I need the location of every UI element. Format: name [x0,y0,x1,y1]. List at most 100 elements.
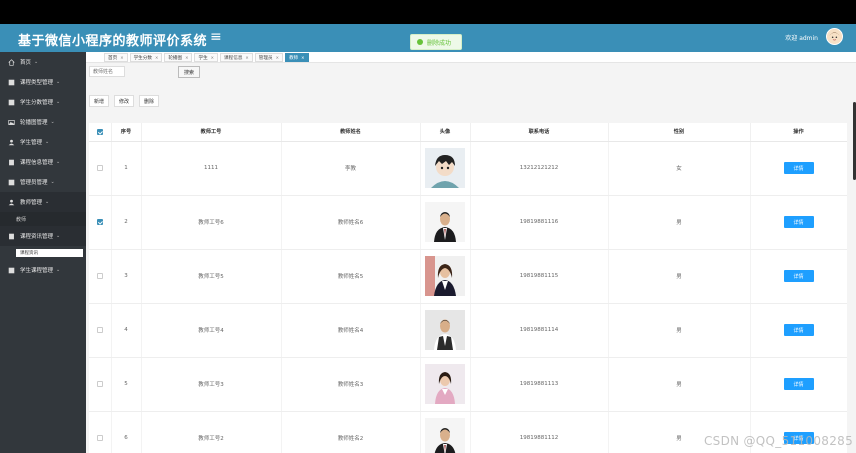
close-icon[interactable]: ✕ [211,55,214,60]
select-all-cell[interactable] [89,123,112,142]
tab-label: 学生分数 [133,55,152,61]
tab-student-score[interactable]: 学生分数 ✕ [129,53,163,62]
close-icon[interactable]: ✕ [155,55,158,60]
column-header: 联系电话 [470,123,609,142]
cell-photo [420,411,471,453]
man-in-suit-photo [425,202,465,242]
list-icon [8,267,15,274]
chevron-down-icon: ⌄ [56,159,61,165]
table-header-row: 序号 教师工号 教师姓名 头像 联系电话 性别 操作 [89,123,847,142]
sidebar-item-course-info[interactable]: 课程信息管理 ⌄ [0,152,86,172]
cell-no: 3 [111,249,142,304]
row-select-cell[interactable] [89,303,112,358]
cell-no: 5 [111,357,142,412]
image-icon [8,119,15,126]
cell-phone: 19819881115 [470,249,609,304]
row-select-cell[interactable] [89,141,112,196]
sidebar-subitem-course-news[interactable]: 课程资讯 [16,249,83,257]
tab-home[interactable]: 首页 ✕ [104,53,128,62]
menu-toggle-icon[interactable]: ≡ [210,29,222,45]
main-content: 搜索 新增 修改 删除 序号 教师工号 教师姓名 头像 联系电话 [86,63,856,453]
cell-teacher-name: 李教 [281,141,421,196]
tab-student[interactable]: 学生 ✕ [194,53,219,62]
man-in-suit-photo [425,418,465,453]
user-icon [8,139,15,146]
detail-button[interactable]: 详情 [783,270,814,282]
row-select-cell[interactable] [89,249,112,304]
row-checkbox[interactable] [96,326,103,333]
app-window: 基于微信小程序的教师评价系统 ≡ 欢迎 admin 删除成功 首页 ⌄ 课程类型管… [0,24,856,453]
detail-button[interactable]: 详情 [783,324,814,336]
cell-no: 2 [111,195,142,250]
edit-button[interactable]: 修改 [114,95,135,107]
home-icon [8,58,15,66]
row-select-cell[interactable] [89,411,112,453]
column-header: 操作 [750,123,847,142]
sidebar-item-teacher[interactable]: 教师管理 ⌄ [0,192,86,212]
sidebar-item-label: 轮播图管理 [20,120,48,126]
chevron-down-icon: ⌄ [50,119,55,125]
cell-gender: 男 [608,195,751,250]
sidebar-item-admin[interactable]: 管理员管理 ⌄ [0,172,86,192]
sidebar-item-label: 课程信息管理 [20,160,54,166]
close-icon[interactable]: ✕ [301,55,304,60]
search-button[interactable]: 搜索 [178,66,200,78]
row-checkbox[interactable] [96,434,103,441]
row-checkbox[interactable] [96,164,103,171]
table-row[interactable]: 1 1111 李教 13212121212 女详情 [89,141,847,196]
detail-button[interactable]: 详情 [783,162,814,174]
detail-button[interactable]: 详情 [783,378,814,390]
cell-teacher-id: 教师工号4 [141,303,282,358]
cell-action: 详情 [750,141,847,196]
toast-text: 删除成功 [427,39,452,47]
sidebar-item-carousel[interactable]: 轮播图管理 ⌄ [0,112,86,132]
user-avatar[interactable] [826,28,843,45]
sidebar-item-student-course[interactable]: 学生课程管理 ⌄ [0,260,86,280]
select-all-checkbox[interactable] [96,128,103,135]
tab-teacher[interactable]: 教师 ✕ [284,53,309,62]
cell-phone: 19819881114 [470,303,609,358]
tab-admin[interactable]: 管理员 ✕ [254,53,283,62]
sidebar-subitem-teacher[interactable]: 教师 [0,212,86,226]
close-icon[interactable]: ✕ [185,55,188,60]
sidebar-item-student-score[interactable]: 学生分数管理 ⌄ [0,92,86,112]
detail-button[interactable]: 详情 [783,216,814,228]
row-select-cell[interactable] [89,195,112,250]
tab-label: 管理员 [258,55,273,61]
tab-carousel[interactable]: 轮播图 ✕ [164,53,193,62]
row-checkbox[interactable] [96,218,103,225]
cell-action: 详情 [750,357,847,412]
sidebar-item-course-type[interactable]: 课程类型管理 ⌄ [0,72,86,92]
sidebar-item-label: 课程类型管理 [20,80,54,86]
delete-button[interactable]: 删除 [139,95,160,107]
table-row[interactable]: 2 教师工号6 教师姓名6 19819881116 男 详情 [89,195,847,250]
close-icon[interactable]: ✕ [120,55,123,60]
sidebar: 首页 ⌄ 课程类型管理 ⌄ 学生分数管理 ⌄ 轮播图管理 ⌄ 学生管理 ⌄ 课程信息管理 ⌄… [0,52,86,453]
table-row[interactable]: 4 教师工号4 教师姓名4 19819881114 男 详情 [89,303,847,358]
search-input[interactable] [89,66,125,77]
tab-course-info[interactable]: 课程信息 ✕ [220,53,253,62]
row-checkbox[interactable] [96,380,103,387]
cell-action: 详情 [750,195,847,250]
cell-no: 4 [111,303,142,358]
column-header: 序号 [111,123,142,142]
sidebar-item-home[interactable]: 首页 ⌄ [0,52,86,72]
cell-action: 详情 [750,249,847,304]
cell-phone: 19819881116 [470,195,609,250]
cell-action: 详情 [750,303,847,358]
cell-teacher-name: 教师姓名6 [281,195,421,250]
table-row[interactable]: 5 教师工号3 教师姓名3 19819881113 男 详情 [89,357,847,412]
chevron-down-icon: ⌄ [56,99,61,105]
sidebar-item-label: 学生课程管理 [20,268,54,274]
row-checkbox[interactable] [96,272,103,279]
sidebar-item-student[interactable]: 学生管理 ⌄ [0,132,86,152]
sidebar-item-course-news[interactable]: 课程资讯管理 ⌄ [0,226,86,246]
woman-in-suit-photo [425,256,465,296]
chevron-down-icon: ⌄ [45,139,50,145]
row-select-cell[interactable] [89,357,112,412]
table-row[interactable]: 3 教师工号5 教师姓名5 19819881115 男 详情 [89,249,847,304]
tab-label: 课程信息 [224,55,243,61]
close-icon[interactable]: ✕ [245,55,248,60]
close-icon[interactable]: ✕ [276,55,279,60]
add-button[interactable]: 新增 [89,95,110,107]
